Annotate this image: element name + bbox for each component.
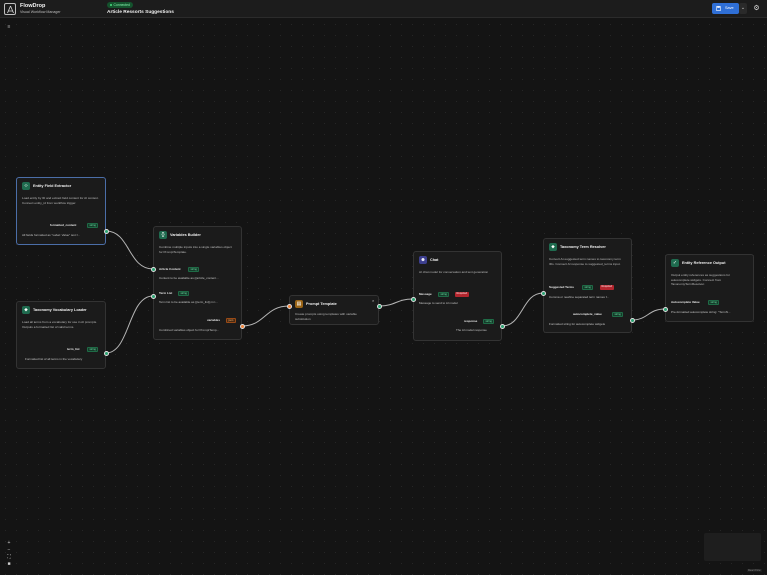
node-entity-field-extractor[interactable]: ‹› Entity Field Extractor Load entity by…	[16, 177, 106, 245]
workflow-canvas[interactable]	[0, 19, 767, 575]
output-handle[interactable]	[103, 350, 109, 356]
node-prompt-template[interactable]: ▤ Prompt Template × Create prompts using…	[289, 295, 379, 325]
status-dot-icon	[110, 4, 112, 7]
type-badge: string	[178, 291, 190, 296]
lock-button[interactable]: ■	[5, 561, 13, 568]
output-description: The AI model response	[456, 328, 487, 332]
node-description: AI chat model for conversation and text …	[419, 270, 489, 274]
type-badge: string	[87, 347, 99, 352]
output-description: Formatted string for autocomplete widget…	[549, 322, 606, 326]
canvas-controls: + − ⛶ ■	[5, 540, 13, 568]
zoom-in-button[interactable]: +	[5, 540, 13, 547]
code-icon: ‹›	[22, 182, 30, 190]
node-description: Output entity references as suggestions …	[671, 273, 730, 287]
output-handle[interactable]	[629, 317, 635, 323]
input-label: Suggested Terms	[549, 285, 574, 289]
required-badge: Required	[455, 292, 469, 297]
input-description: Message to send to AI model	[419, 301, 458, 305]
input-description: Term list to be available as {{term_list…	[159, 300, 218, 304]
input-label: Term List	[159, 291, 173, 295]
input-label: Article Content	[159, 267, 181, 271]
output-label: autocomplete_value	[573, 312, 602, 316]
node-description: Load entity by ID and extract field cont…	[22, 196, 99, 205]
type-badge: string	[708, 300, 720, 305]
connection-status-badge: Connected	[107, 2, 133, 8]
tag-icon: ⬥	[22, 306, 30, 314]
chevron-down-icon: ⌄	[740, 5, 746, 11]
template-icon: ▤	[295, 300, 303, 308]
robot-icon: ☻	[419, 256, 427, 264]
type-badge: string	[438, 292, 450, 297]
attribution-link[interactable]: React Flow	[747, 569, 762, 572]
gear-icon: ⚙	[753, 5, 760, 12]
check-square-icon: ✓	[671, 259, 679, 267]
input-handle[interactable]	[540, 290, 546, 296]
node-taxonomy-vocabulary-loader[interactable]: ⬥ Taxonomy Vocabulary Loader Load all te…	[16, 301, 106, 369]
node-title: Chat	[430, 258, 439, 262]
more-options-button[interactable]: ⌄	[739, 3, 747, 14]
node-variables-builder[interactable]: {} Variables Builder Combine multiple in…	[153, 226, 242, 340]
app-title: FlowDrop	[20, 3, 46, 9]
fit-view-button[interactable]: ⛶	[5, 554, 13, 561]
braces-icon: {}	[159, 231, 167, 239]
input-label: Message	[419, 292, 432, 296]
fit-view-icon: ⛶	[7, 554, 11, 560]
node-entity-reference-output[interactable]: ✓ Entity Reference Output Output entity …	[665, 254, 754, 322]
node-title: Taxonomy Vocabulary Loader	[33, 308, 87, 312]
input-handle[interactable]	[150, 293, 156, 299]
save-icon	[716, 6, 721, 11]
output-handle[interactable]	[499, 323, 505, 329]
type-badge: string	[188, 267, 200, 272]
input-label: Autocomplete Value	[671, 300, 700, 304]
output-description: Formatted list of all terms in the vocab…	[25, 357, 83, 361]
input-description: Comma or newline separated term names f.…	[549, 295, 610, 299]
save-label: Save	[725, 6, 734, 10]
output-description: Combined variables object for PromptTemp…	[159, 328, 220, 332]
node-title: Taxonomy Term Resolver	[560, 245, 606, 249]
input-description: Pre-formatted autocomplete string: "Term…	[671, 310, 731, 314]
node-chat[interactable]: ☻ Chat AI chat model for conversation an…	[413, 251, 502, 341]
output-handle[interactable]	[376, 303, 382, 309]
node-description: Convert AI-suggested term names to taxon…	[549, 257, 621, 266]
node-title: Variables Builder	[170, 233, 201, 237]
type-badge: json	[226, 318, 236, 323]
app-subtitle: Visual Workflow Manager	[20, 10, 61, 14]
output-label: response	[464, 319, 478, 323]
node-taxonomy-term-resolver[interactable]: ⬥ Taxonomy Term Resolver Convert AI-sugg…	[543, 238, 632, 333]
node-description: Load all terms from a vocabulary for use…	[22, 320, 97, 329]
input-handle[interactable]	[410, 296, 416, 302]
save-button[interactable]: Save	[712, 3, 739, 14]
input-handle[interactable]	[662, 306, 668, 312]
type-badge: string	[483, 319, 495, 324]
output-handle[interactable]	[239, 323, 245, 329]
zoom-out-button[interactable]: −	[5, 547, 13, 554]
output-handle[interactable]	[103, 228, 109, 234]
flowdrop-logo-icon	[4, 3, 16, 15]
type-badge: string	[87, 223, 99, 228]
workflow-title[interactable]: Article Ressorts Suggestions	[107, 10, 174, 15]
input-handle[interactable]	[286, 303, 292, 309]
menu-icon: ≡	[7, 24, 11, 30]
sidebar-toggle-button[interactable]: ≡	[5, 23, 13, 31]
tags-icon: ⬥	[549, 243, 557, 251]
input-handle[interactable]	[150, 266, 156, 272]
output-label: term_list	[67, 347, 80, 351]
output-label: variables	[207, 318, 221, 322]
type-badge: string	[612, 312, 624, 317]
required-badge: Required	[600, 285, 614, 290]
node-title: Entity Field Extractor	[33, 184, 72, 188]
node-description: Create prompts using templates with vari…	[295, 312, 357, 321]
app-header: FlowDrop Visual Workflow Manager Connect…	[0, 0, 767, 18]
output-label: formatted_content	[50, 223, 77, 227]
type-badge: string	[582, 285, 594, 290]
minimap[interactable]	[704, 533, 761, 561]
input-description: Content to be available as {{article_con…	[159, 276, 219, 280]
node-description: Combine multiple inputs into a single va…	[159, 245, 232, 254]
settings-button[interactable]: ⚙	[752, 4, 761, 13]
lock-icon: ■	[7, 561, 11, 567]
node-title: Prompt Template	[306, 302, 337, 306]
output-description: All fields formatted as "Label: Value" t…	[22, 233, 80, 237]
close-icon[interactable]: ×	[372, 298, 374, 303]
node-title: Entity Reference Output	[682, 261, 726, 265]
